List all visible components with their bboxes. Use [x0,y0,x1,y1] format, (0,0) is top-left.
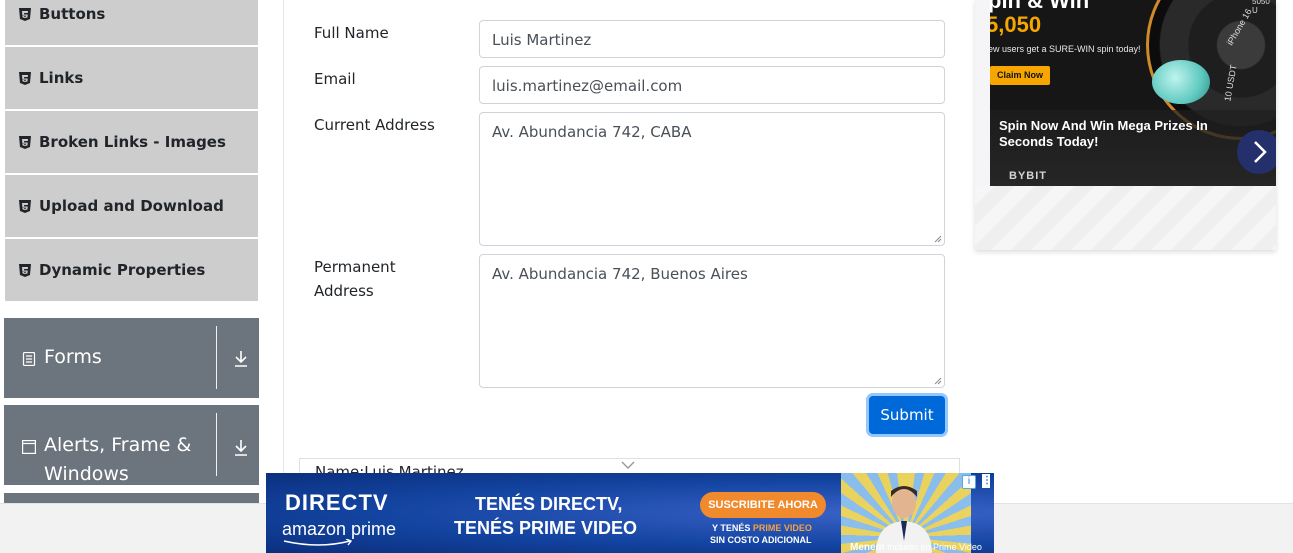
html5-icon [19,199,31,213]
sidebar-group-alerts[interactable]: Alerts, Frame & Windows [4,405,259,485]
permanent-address-label: Permanent [314,258,396,276]
ad-subtext: SIN COSTO ADICIONAL [710,535,812,545]
ad-right[interactable]: iPhone 16 10 USDT 5050 U pin & Win 5,050… [975,0,1276,250]
full-name-input[interactable]: Luis Martinez [479,20,945,58]
permanent-address-label-line2: Address [314,282,374,300]
sidebar: Buttons Links Broken Links - Images Uplo… [0,0,284,503]
current-address-value: Av. Abundancia 742, CABA [492,123,692,141]
permanent-address-value: Av. Abundancia 742, Buenos Aires [492,265,748,283]
window-icon [22,440,36,454]
amazon-smile-icon [283,539,353,546]
amazon-prime-logo: amazon prime [282,519,397,539]
wheel-label: 5050 U [1252,0,1270,15]
sidebar-item-buttons[interactable]: Buttons [5,0,258,45]
divider [216,326,217,389]
token-chip [1152,60,1210,104]
html5-icon [19,135,31,149]
resize-handle-icon[interactable] [934,377,942,385]
ad-headline: Spin Now And Win Mega Prizes In Seconds … [999,118,1208,149]
chevron-right-icon [1254,141,1267,163]
submit-button[interactable]: Submit [869,396,945,434]
download-icon[interactable] [233,439,249,457]
ad-creative[interactable]: iPhone 16 10 USDT 5050 U pin & Win 5,050… [990,0,1276,186]
next-arrow-button[interactable] [1237,130,1276,174]
ad-pattern [975,186,1276,250]
sidebar-item-dynamic-properties[interactable]: Dynamic Properties [5,239,258,301]
html5-icon [19,71,31,85]
form-icon [22,352,36,366]
page: Buttons Links Broken Links - Images Uplo… [0,0,1293,553]
email-label: Email [314,70,356,88]
sidebar-group-next [4,493,259,503]
sidebar-item-label: Buttons [39,5,106,23]
full-name-label: Full Name [314,24,389,42]
ad-caption-text: Incluido en Prime Video [884,542,982,552]
claim-now-button[interactable]: Claim Now [990,66,1050,85]
ad-info-icon[interactable]: i [962,475,976,489]
ad-amount: 5,050 [990,12,1042,37]
ad-caption-title: Menem [850,542,885,553]
current-address-label: Current Address [314,116,435,134]
ad-message: TENÉS DIRECTV, [475,494,623,514]
ad-caption: Menem Incluido en Prime Video [850,542,982,553]
ad-brand: BYBIT [1009,170,1047,182]
email-input[interactable]: luis.martinez@email.com [479,66,945,104]
ad-subtext: Y TENÉS PRIME VIDEO [712,523,812,533]
sidebar-item-label: Links [39,69,84,87]
ad-message: TENÉS PRIME VIDEO [454,518,638,538]
resize-handle-icon[interactable] [934,235,942,243]
html5-icon [19,7,31,21]
download-icon[interactable] [233,350,249,368]
ad-menu-icon[interactable]: ⋮ [982,474,992,488]
ad-subtext-part: Y TENÉS [712,523,753,533]
sidebar-group-forms[interactable]: Forms [4,318,259,398]
ad-bottom[interactable]: DIRECTV amazon prime TENÉS DIRECTV, TENÉ… [266,473,994,553]
sidebar-group-label: Forms [44,346,102,368]
sidebar-group-label: Windows [44,463,129,485]
ad-promo: ew users get a SURE-WIN spin today! [990,44,1141,54]
sidebar-item-label: Upload and Download [39,197,224,215]
permanent-address-textarea[interactable]: Av. Abundancia 742, Buenos Aires [479,254,945,388]
sidebar-item-label: Broken Links - Images [39,133,226,151]
sidebar-item-links[interactable]: Links [5,47,258,109]
divider [216,413,217,476]
current-address-textarea[interactable]: Av. Abundancia 742, CABA [479,112,945,246]
html5-icon [19,263,31,277]
sidebar-group-label: Alerts, Frame & [44,434,192,456]
chevron-down-icon [621,461,635,469]
ad-subtext-highlight: PRIME VIDEO [752,523,812,533]
sidebar-item-upload-download[interactable]: Upload and Download [5,175,258,237]
sidebar-item-broken-links[interactable]: Broken Links - Images [5,111,258,173]
subscribe-button[interactable]: SUSCRIBITE AHORA [700,492,826,518]
directv-logo: DIRECTV [285,490,389,515]
sidebar-item-label: Dynamic Properties [39,261,206,279]
